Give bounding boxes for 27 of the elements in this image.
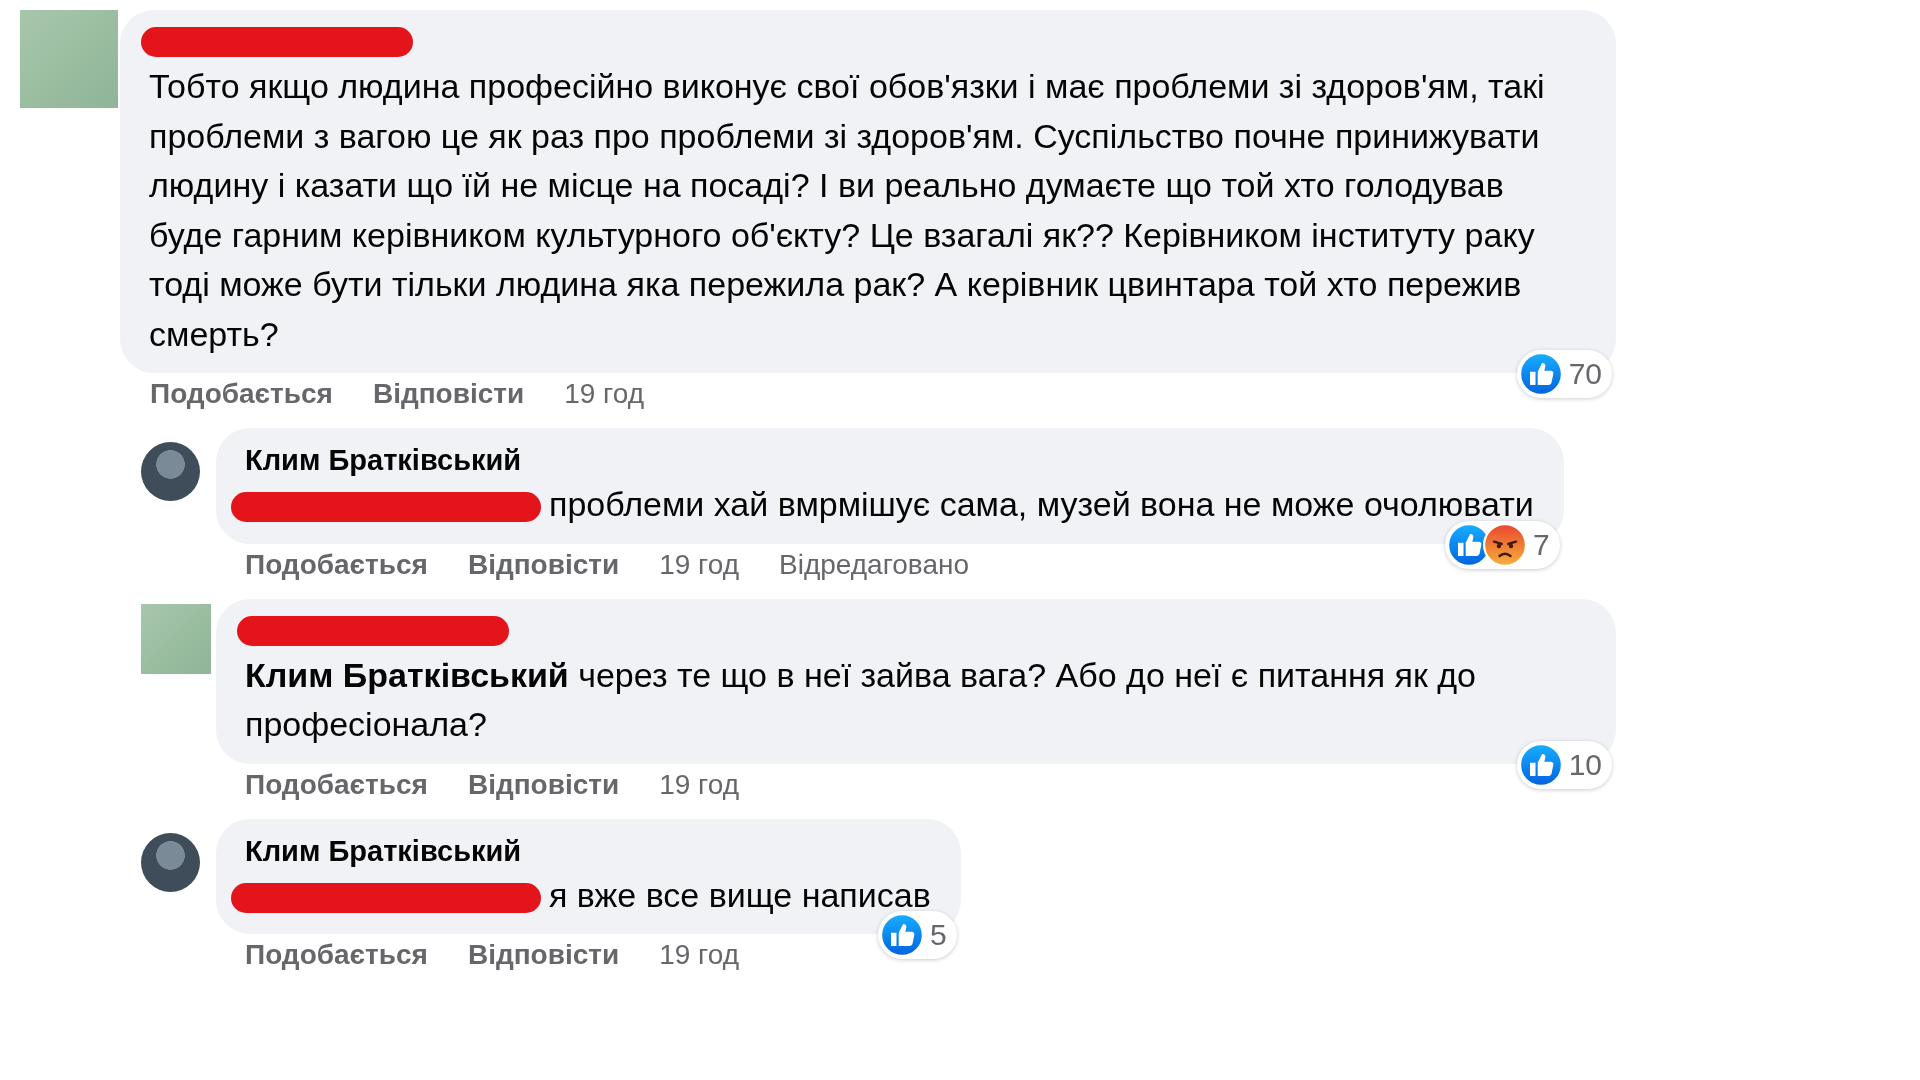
like-icon (880, 913, 925, 957)
edited-label: Відредаговано (779, 548, 970, 581)
like-link[interactable]: Подобається (245, 939, 428, 971)
reaction-badge[interactable]: 5 (878, 911, 957, 959)
like-icon (1518, 742, 1563, 787)
reply-link[interactable]: Відповісти (467, 548, 620, 581)
timestamp[interactable]: 19 год (659, 548, 739, 581)
reaction-badge[interactable]: 10 (1516, 740, 1612, 789)
like-link[interactable]: Подобається (150, 378, 333, 410)
like-link[interactable]: Подобається (245, 548, 428, 581)
reply-link[interactable]: Відповісти (467, 768, 620, 801)
timestamp[interactable]: 19 год (659, 768, 739, 801)
timestamp[interactable]: 19 год (659, 939, 739, 971)
reaction-badge[interactable]: 70 (1516, 350, 1612, 398)
comment-text: проблеми хай вмрмішує сама, музей вона не може очолювати (549, 485, 1534, 523)
timestamp[interactable]: 19 год (564, 378, 644, 410)
comment-text: Тобто якщо людина професійно виконує свої обов'язки і має проблеми зі здоров'ям, такі проблеми з вагою це як раз про проблеми зі здоров'ям. Суспільство почне принижувати людину і казати що їй не місце на посаді? І ви реально думаєте що той хто голодував буде гарним керівником культурного об'єкту? Це взагалі як?? Керівником інституту раку тоді може бути тільки людина яка пережила рак? А керівник цвинтара той хто пережив смерть? (149, 67, 1545, 353)
comment-text: Клим Братківський через те що в неї зайва вага? Або до неї є питання як до професіонала? (245, 655, 1477, 743)
comment-text: я вже все вище написав (549, 875, 931, 914)
author-name[interactable]: Клим Братківський (245, 440, 522, 480)
angry-face-icon (1483, 522, 1528, 567)
reply-link[interactable]: Відповісти (372, 378, 525, 410)
reply-link[interactable]: Відповісти (467, 939, 620, 971)
like-icon (1518, 352, 1563, 396)
like-link[interactable]: Подобається (245, 768, 428, 801)
author-name[interactable]: Клим Братківський (245, 830, 522, 871)
reaction-badge[interactable]: 7 (1445, 520, 1560, 569)
